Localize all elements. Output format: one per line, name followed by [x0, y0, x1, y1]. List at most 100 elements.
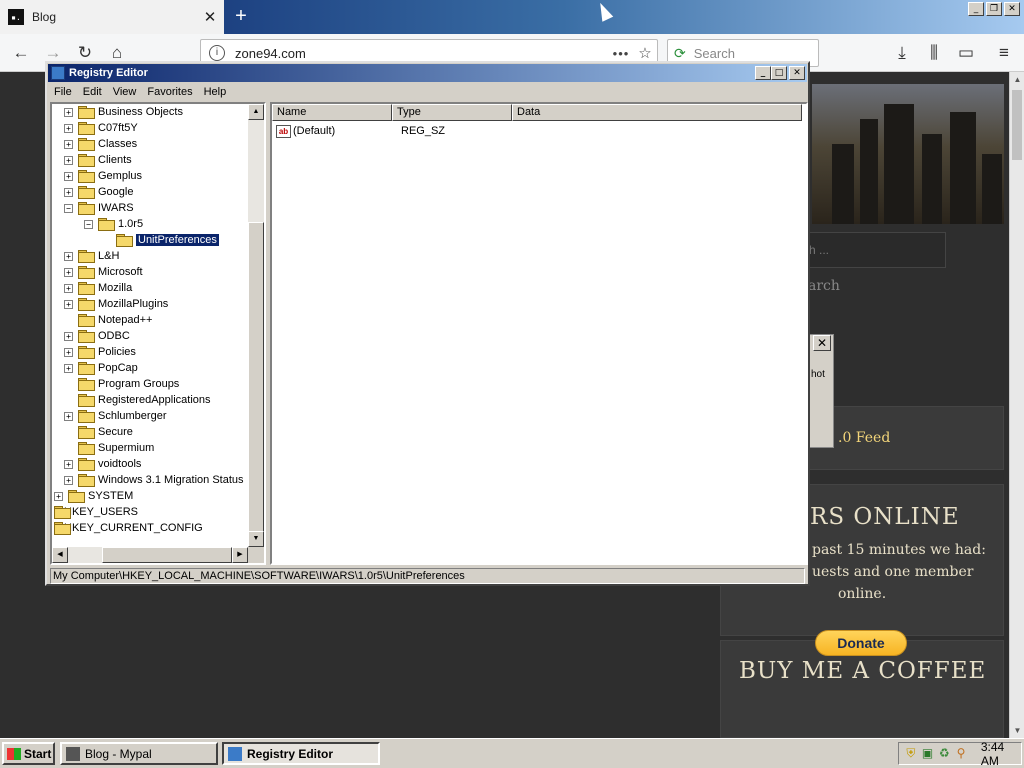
expand-icon[interactable]: +: [64, 139, 73, 149]
column-name[interactable]: Name: [272, 104, 392, 121]
expand-icon[interactable]: +: [64, 299, 73, 309]
expand-icon[interactable]: +: [64, 107, 73, 117]
bookmark-star-icon[interactable]: ☆: [633, 44, 657, 62]
forward-icon[interactable]: →: [42, 43, 64, 63]
scroll-left-icon[interactable]: ◀: [52, 547, 68, 563]
expand-icon[interactable]: +: [64, 363, 73, 373]
tree-item[interactable]: + ODBC: [64, 328, 130, 344]
tree-vertical-scrollbar[interactable]: ▲ ▼: [248, 104, 264, 547]
tree-item[interactable]: − IWARS: [64, 200, 134, 216]
expand-icon[interactable]: +: [64, 251, 73, 261]
menu-view[interactable]: View: [113, 86, 137, 98]
feed-link[interactable]: .0 Feed: [838, 430, 890, 446]
back-icon[interactable]: ←: [10, 43, 32, 63]
site-info-icon[interactable]: i: [209, 45, 225, 61]
tree-hscroll-thumb[interactable]: [102, 547, 232, 563]
maximize-icon[interactable]: □: [771, 66, 787, 80]
expand-icon[interactable]: +: [64, 187, 73, 197]
donate-button[interactable]: Donate: [815, 630, 907, 656]
tree-item[interactable]: + C07ft5Y: [64, 120, 138, 136]
tree-item[interactable]: + Windows 3.1 Migration Status: [64, 472, 244, 488]
downloads-icon[interactable]: ⤓: [891, 43, 913, 63]
expand-icon[interactable]: +: [64, 283, 73, 293]
tree-item[interactable]: + Gemplus: [64, 168, 142, 184]
tree-item[interactable]: Supermium: [64, 440, 154, 456]
tree-item[interactable]: Notepad++: [64, 312, 152, 328]
tree-item[interactable]: + MozillaPlugins: [64, 296, 168, 312]
expand-icon[interactable]: +: [64, 411, 73, 421]
scroll-up-icon[interactable]: ▲: [248, 104, 264, 120]
expand-icon[interactable]: +: [64, 475, 73, 485]
tree-item[interactable]: + Mozilla: [64, 280, 132, 296]
tree-item[interactable]: + Business Objects: [64, 104, 183, 120]
tree-item[interactable]: + Google: [64, 184, 133, 200]
registry-key-tree[interactable]: + Business Objects + C07ft5Y + Classes + Client…: [50, 102, 266, 565]
tree-item[interactable]: Program Groups: [64, 376, 179, 392]
expand-icon[interactable]: +: [64, 267, 73, 277]
restore-icon[interactable]: ❐: [986, 2, 1002, 16]
tree-item[interactable]: − 1.0r5: [84, 216, 143, 232]
url-text[interactable]: zone94.com: [235, 46, 609, 61]
sidebar-icon[interactable]: ▭: [955, 43, 977, 63]
page-scrollbar[interactable]: ▲ ▼: [1009, 72, 1024, 738]
expand-icon[interactable]: +: [64, 171, 73, 181]
tree-scroll-thumb[interactable]: [248, 222, 264, 533]
close-icon[interactable]: ✕: [789, 66, 805, 80]
tree-item[interactable]: RegisteredApplications: [64, 392, 211, 408]
recycle-icon[interactable]: ♻: [937, 746, 951, 761]
menu-favorites[interactable]: Favorites: [147, 86, 192, 98]
scroll-up-icon[interactable]: ▲: [1010, 72, 1024, 87]
tree-item[interactable]: + PopCap: [64, 360, 138, 376]
tree-item[interactable]: + Microsoft: [64, 264, 143, 280]
scroll-down-icon[interactable]: ▼: [1010, 723, 1024, 738]
tree-item[interactable]: Secure: [64, 424, 133, 440]
tree-item[interactable]: + Policies: [64, 344, 136, 360]
page-actions-icon[interactable]: •••: [609, 46, 633, 61]
expand-icon[interactable]: +: [54, 491, 63, 501]
home-icon[interactable]: ⌂: [106, 43, 128, 63]
tree-item[interactable]: HKEY_USERS: [54, 504, 138, 520]
menu-edit[interactable]: Edit: [83, 86, 102, 98]
site-search-button[interactable]: arch: [808, 278, 840, 294]
new-tab-button[interactable]: +: [230, 5, 252, 27]
expand-icon[interactable]: +: [64, 123, 73, 133]
tree-item[interactable]: + voidtools: [64, 456, 141, 472]
minimize-icon[interactable]: _: [968, 2, 984, 16]
tree-item[interactable]: + L&H: [64, 248, 119, 264]
menu-help[interactable]: Help: [204, 86, 227, 98]
close-icon[interactable]: ✕: [1004, 2, 1020, 16]
page-scroll-thumb[interactable]: [1012, 90, 1022, 160]
tree-item[interactable]: + SYSTEM: [54, 488, 133, 504]
tree-item[interactable]: + Schlumberger: [64, 408, 166, 424]
library-icon[interactable]: ⫼: [923, 43, 945, 63]
search-icon[interactable]: ⚲: [954, 746, 968, 761]
scroll-right-icon[interactable]: ▶: [232, 547, 248, 563]
collapse-icon[interactable]: −: [84, 219, 93, 229]
tree-item[interactable]: UnitPreferences: [102, 232, 220, 248]
background-dialog-close-icon[interactable]: ✕: [813, 335, 831, 351]
value-row-default[interactable]: ab (Default) REG_SZ: [276, 123, 796, 139]
column-data[interactable]: Data: [512, 104, 802, 121]
collapse-icon[interactable]: −: [64, 203, 73, 213]
scroll-down-icon[interactable]: ▼: [248, 531, 264, 547]
tree-horizontal-scrollbar[interactable]: ◀ ▶: [52, 547, 248, 563]
reload-icon[interactable]: ↻: [74, 43, 96, 63]
clock[interactable]: 3:44 AM: [981, 740, 1021, 768]
tree-item[interactable]: + Classes: [64, 136, 137, 152]
registry-values-list[interactable]: Name Type Data ab (Default) REG_SZ: [270, 102, 808, 565]
menu-file[interactable]: File: [54, 86, 72, 98]
taskbar-item-blog[interactable]: Blog - Mypal: [60, 742, 218, 765]
tree-item[interactable]: + Clients: [64, 152, 132, 168]
minimize-icon[interactable]: _: [755, 66, 771, 80]
start-button[interactable]: Start: [2, 742, 55, 765]
tree-item[interactable]: HKEY_CURRENT_CONFIG: [54, 520, 203, 536]
browser-tab[interactable]: ▪. Blog ✕: [0, 0, 224, 34]
taskbar-item-registry-editor[interactable]: Registry Editor: [222, 742, 380, 765]
security-shield-icon[interactable]: ⛨: [904, 746, 918, 761]
registry-editor-titlebar[interactable]: Registry Editor _ □ ✕: [48, 64, 807, 82]
tab-close-icon[interactable]: ✕: [202, 8, 218, 26]
expand-icon[interactable]: +: [64, 331, 73, 341]
expand-icon[interactable]: +: [64, 347, 73, 357]
menu-icon[interactable]: ≡: [993, 43, 1015, 63]
expand-icon[interactable]: +: [64, 459, 73, 469]
